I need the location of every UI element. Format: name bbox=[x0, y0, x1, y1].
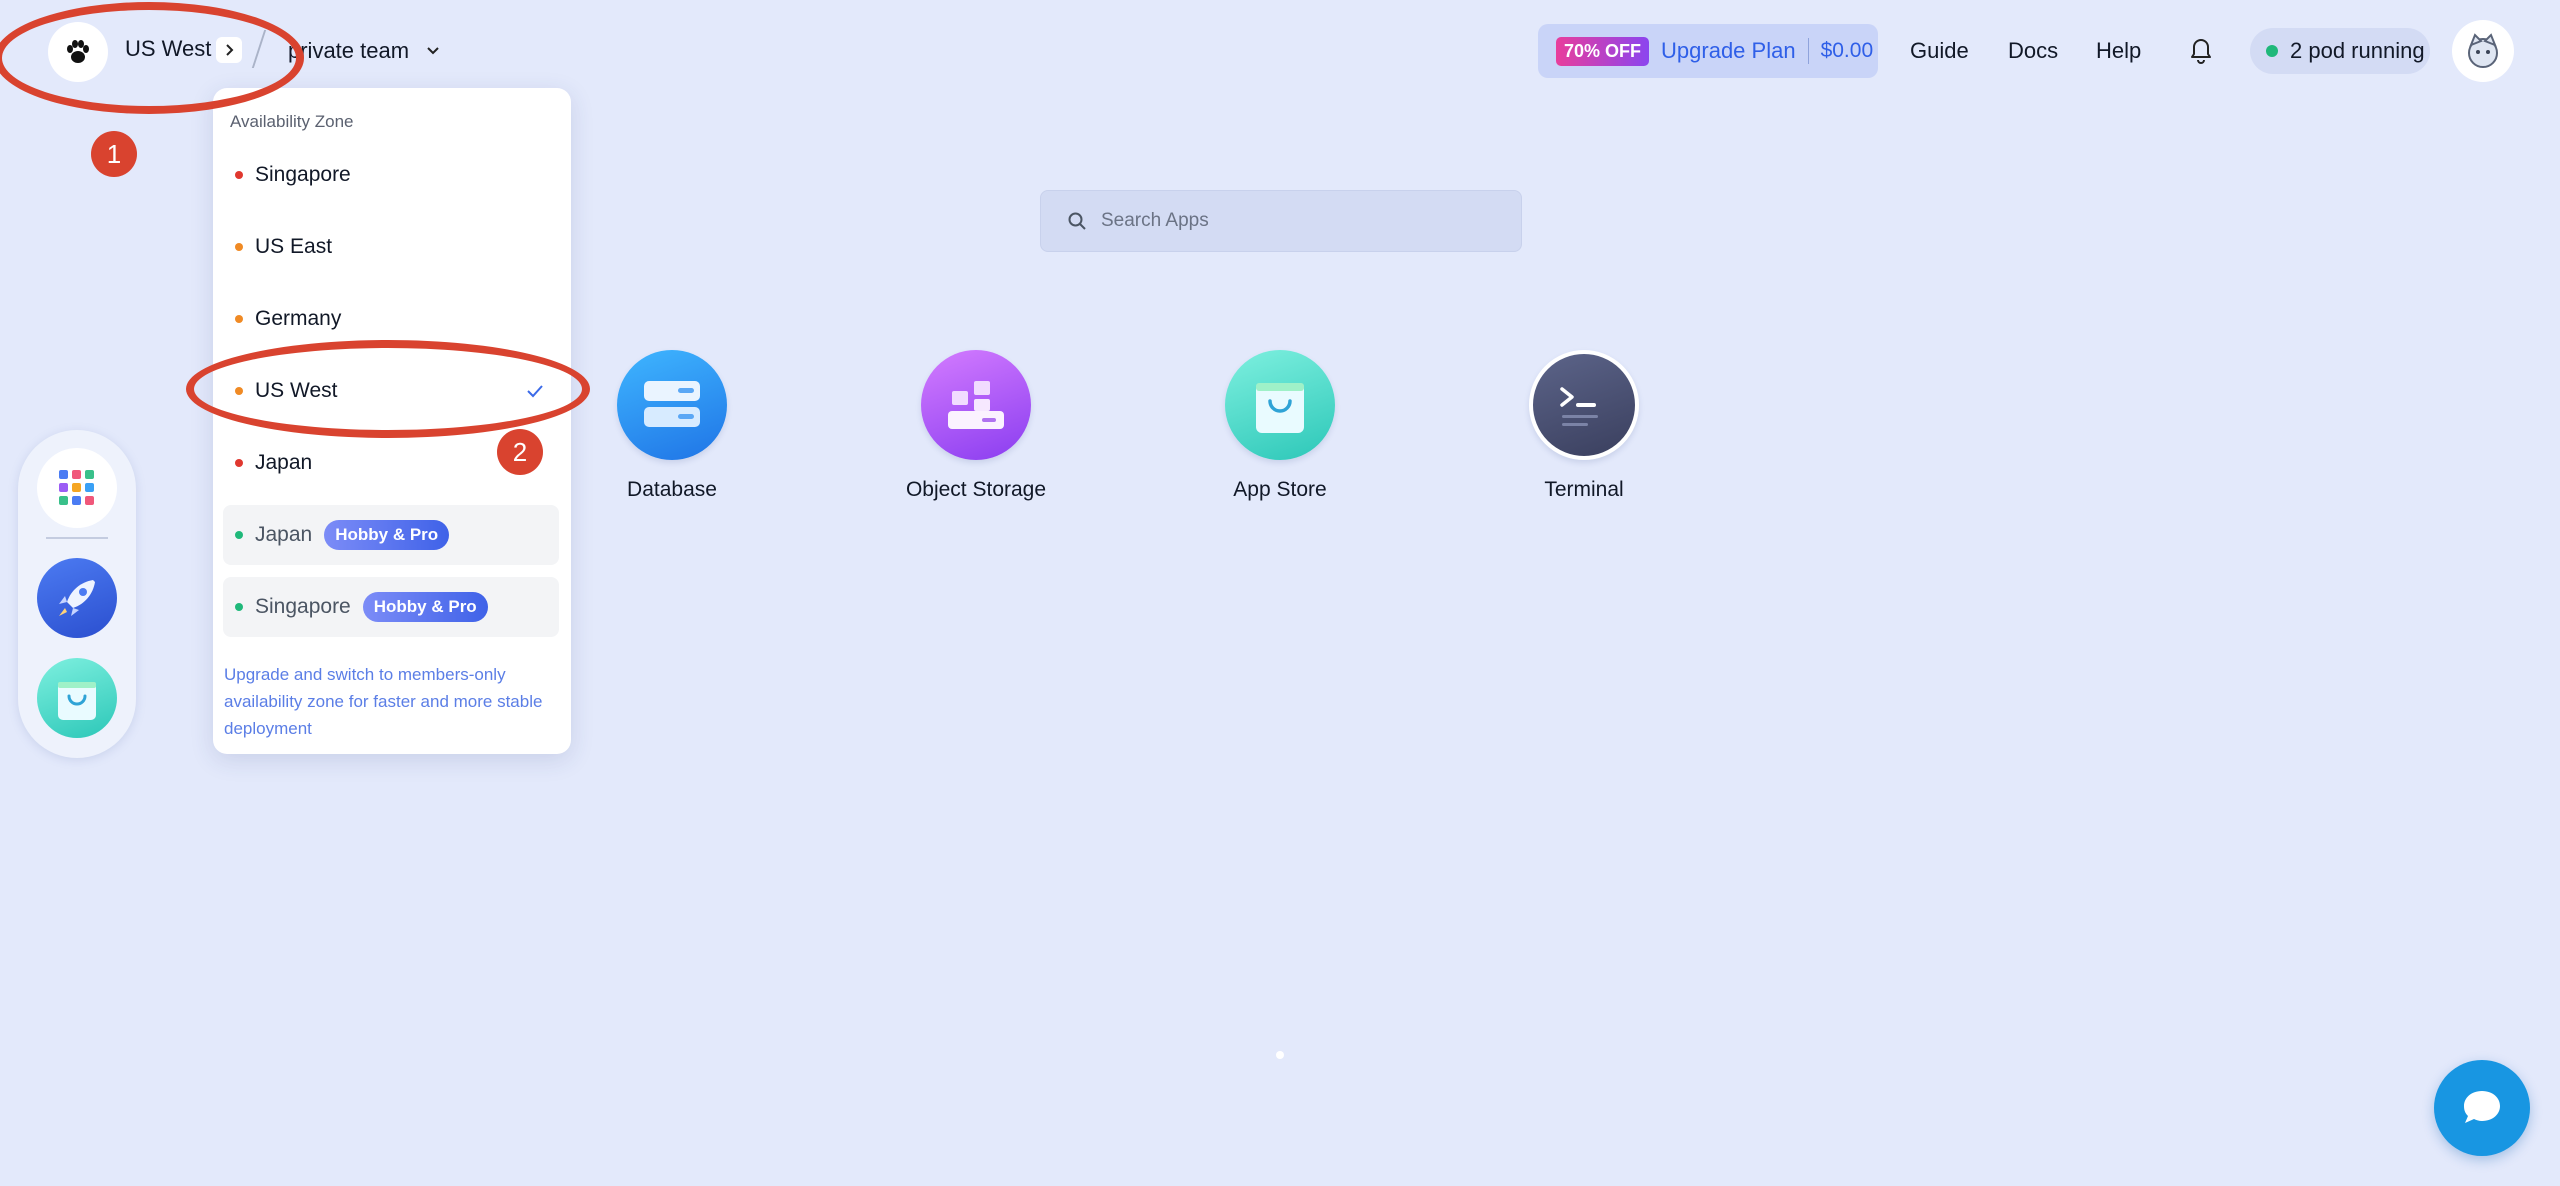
team-selector-label[interactable]: private team bbox=[288, 38, 409, 64]
upgrade-zone-note[interactable]: Upgrade and switch to members-only avail… bbox=[224, 661, 544, 742]
dock-launchpad[interactable] bbox=[37, 558, 117, 638]
annotation-step-1: 1 bbox=[91, 131, 137, 177]
status-dot bbox=[2266, 45, 2278, 57]
bell-icon[interactable] bbox=[2186, 34, 2216, 64]
zone-status-dot bbox=[235, 459, 243, 467]
app-label: Object Storage bbox=[905, 478, 1047, 501]
balance-amount: $0.00 bbox=[1820, 39, 1874, 62]
upgrade-separator bbox=[1807, 38, 1809, 64]
zone-label: Japan bbox=[255, 523, 313, 546]
app-app-store[interactable]: App Store bbox=[1180, 350, 1380, 502]
annotation-step-2: 2 bbox=[497, 429, 543, 475]
zone-option-singapore[interactable]: Singapore bbox=[223, 145, 559, 205]
object-storage-icon bbox=[921, 350, 1031, 460]
app-label: Database bbox=[627, 478, 717, 501]
app-database[interactable]: Database bbox=[572, 350, 772, 502]
search-input[interactable] bbox=[1101, 210, 1501, 232]
app-label: App Store bbox=[1233, 478, 1327, 501]
avatar[interactable] bbox=[2452, 20, 2514, 82]
terminal-icon bbox=[1529, 350, 1639, 460]
docs-link[interactable]: Docs bbox=[2008, 38, 2058, 64]
chat-button[interactable] bbox=[2434, 1060, 2530, 1156]
database-icon bbox=[617, 350, 727, 460]
app-dock bbox=[18, 430, 136, 758]
page-indicator[interactable] bbox=[1276, 1051, 1284, 1059]
upgrade-plan-label: Upgrade Plan bbox=[1661, 38, 1796, 63]
zone-status-dot bbox=[235, 603, 243, 611]
zone-status-dot bbox=[235, 243, 243, 251]
search-icon bbox=[1068, 212, 1086, 230]
plan-badge: Hobby & Pro bbox=[362, 592, 488, 622]
zone-label: Singapore bbox=[255, 595, 351, 618]
app-grid-icon bbox=[59, 470, 94, 505]
members-zone-japan[interactable]: Japan Hobby & Pro bbox=[223, 505, 559, 565]
shopping-bag-icon bbox=[58, 682, 96, 720]
shopping-bag-icon bbox=[1225, 350, 1335, 460]
annotation-ring-1 bbox=[0, 2, 304, 114]
rocket-icon bbox=[59, 580, 95, 616]
search-bar[interactable] bbox=[1040, 190, 1522, 252]
upgrade-plan-button[interactable]: 70% OFF Upgrade Plan $0.00 bbox=[1538, 24, 1878, 78]
pods-status-text: 2 pod running bbox=[2290, 38, 2425, 63]
pods-status[interactable]: 2 pod running bbox=[2250, 28, 2430, 74]
guide-link[interactable]: Guide bbox=[1910, 38, 1969, 64]
dock-app-grid[interactable] bbox=[37, 448, 117, 528]
zone-option-us-east[interactable]: US East bbox=[223, 217, 559, 277]
zone-label: Japan bbox=[255, 451, 313, 474]
dock-divider bbox=[46, 537, 108, 539]
chevron-down-icon[interactable] bbox=[422, 40, 444, 62]
zone-label: Germany bbox=[255, 307, 342, 330]
zone-label: US East bbox=[255, 235, 333, 258]
user-avatar-icon bbox=[2468, 33, 2498, 68]
app-object-storage[interactable]: Object Storage bbox=[876, 350, 1076, 502]
zone-status-dot bbox=[235, 171, 243, 179]
app-terminal[interactable]: Terminal bbox=[1484, 350, 1684, 502]
plan-badge: Hobby & Pro bbox=[324, 520, 450, 550]
chat-bubble-icon bbox=[2464, 1091, 2500, 1123]
annotation-ring-2 bbox=[186, 340, 590, 438]
dock-app-store[interactable] bbox=[37, 658, 117, 738]
zone-label: Singapore bbox=[255, 163, 351, 186]
zone-status-dot bbox=[235, 531, 243, 539]
zone-status-dot bbox=[235, 315, 243, 323]
members-zone-singapore[interactable]: Singapore Hobby & Pro bbox=[223, 577, 559, 637]
dropdown-heading: Availability Zone bbox=[230, 112, 354, 131]
help-link[interactable]: Help bbox=[2096, 38, 2141, 64]
app-label: Terminal bbox=[1544, 478, 1624, 501]
discount-badge: 70% OFF bbox=[1556, 36, 1650, 66]
